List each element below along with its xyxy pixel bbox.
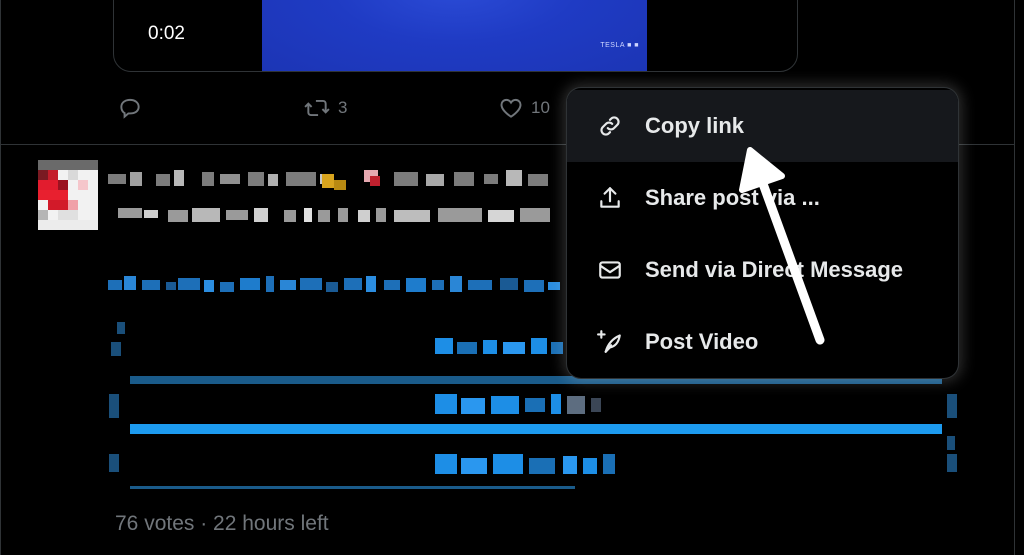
censored-author-text: [108, 170, 550, 222]
repost-icon: [302, 95, 332, 121]
menu-item-label: Send via Direct Message: [645, 257, 904, 282]
column-border-right: [1014, 0, 1015, 555]
poll-meta: 76 votes · 22 hours left: [115, 512, 329, 535]
menu-item-post-video[interactable]: Post Video: [567, 306, 958, 378]
video-frame[interactable]: TESLA ■ ■: [262, 0, 647, 71]
column-border-left: [0, 0, 1, 555]
share-icon: [597, 185, 623, 211]
poll-option-bar-2[interactable]: [130, 424, 942, 434]
timeline: TESLA ■ ■ 0:02 3 10 76 votes · 22 hours …: [0, 0, 1024, 555]
link-icon: [597, 113, 623, 139]
menu-item-label: Share post via ...: [645, 185, 820, 210]
envelope-icon: [597, 257, 623, 283]
heart-icon: [497, 95, 525, 121]
reply-button[interactable]: [117, 95, 143, 121]
censored-post-text: [108, 276, 560, 292]
share-menu: Copy link Share post via ... Send via Di…: [567, 88, 958, 378]
repost-count: 3: [338, 98, 348, 117]
menu-item-share-via[interactable]: Share post via ...: [567, 162, 958, 234]
video-timestamp: 0:02: [148, 23, 185, 44]
video-watermark: TESLA ■ ■: [600, 42, 639, 49]
like-button[interactable]: 10: [497, 95, 550, 121]
menu-item-label: Copy link: [645, 113, 745, 138]
reply-icon: [117, 95, 143, 121]
menu-item-copy-link[interactable]: Copy link: [567, 90, 958, 162]
video-card[interactable]: TESLA ■ ■ 0:02: [113, 0, 798, 72]
menu-item-label: Post Video: [645, 329, 759, 354]
poll-option-bar-3[interactable]: [130, 486, 575, 489]
avatar[interactable]: [38, 159, 98, 231]
like-count: 10: [531, 98, 550, 117]
post-video-icon: [597, 329, 623, 355]
menu-item-direct-message[interactable]: Send via Direct Message: [567, 234, 958, 306]
repost-button[interactable]: 3: [302, 95, 347, 121]
